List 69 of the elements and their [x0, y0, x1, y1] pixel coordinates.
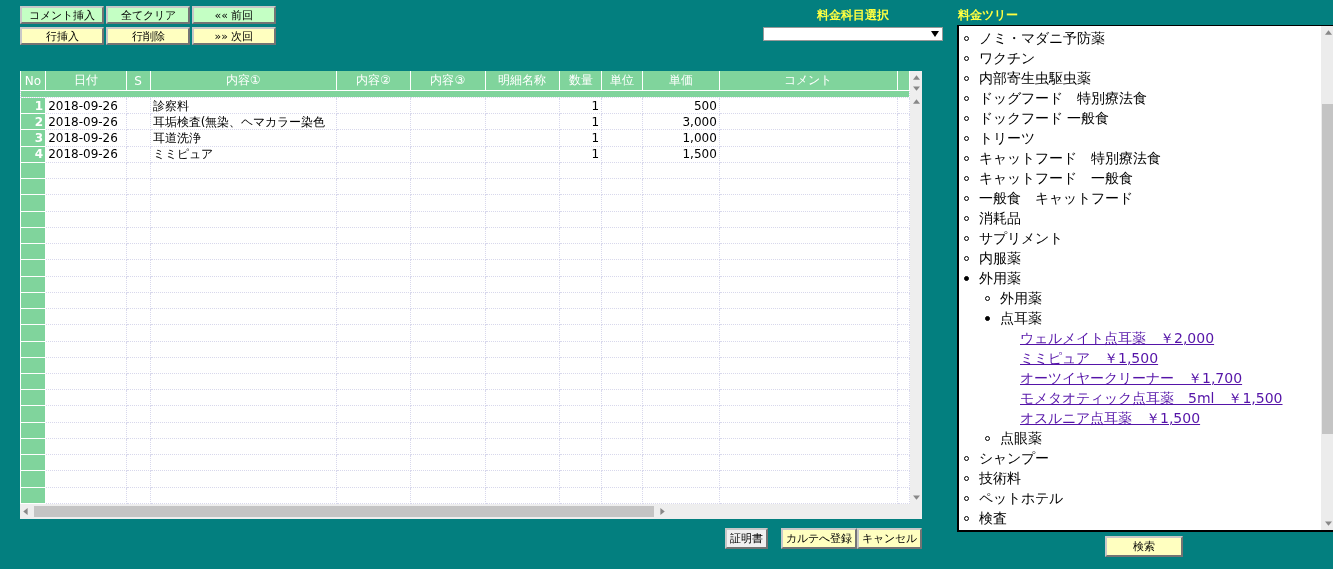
tree-item[interactable]: ペットホテル [979, 488, 1063, 508]
tree-item[interactable]: 内服薬 [979, 248, 1021, 268]
select-label: 料金科目選択 [817, 7, 889, 24]
table-cell: 2018-09-26 [48, 147, 118, 162]
tree-item[interactable]: 外用薬 [1000, 288, 1042, 308]
table-cell: 1 [591, 147, 600, 162]
toolbar-button[interactable]: »» 次回 [192, 27, 276, 45]
toolbar-button[interactable]: 行削除 [106, 27, 190, 45]
table-cell: 2018-09-26 [48, 98, 118, 113]
tree-item[interactable]: 点眼薬 [1000, 428, 1042, 448]
table-cell: 1 [591, 114, 600, 129]
table-cell: 1 [591, 131, 600, 146]
table-cell: 耳道洗浄 [152, 131, 201, 146]
table-cell: 2018-09-26 [48, 114, 118, 129]
scroll-right-icon[interactable] [660, 508, 666, 515]
table-cell: 500 [693, 98, 717, 113]
action-button[interactable]: キャンセル [857, 528, 922, 549]
table-cell: 1,500 [682, 147, 717, 162]
tree-item[interactable]: 一般食 キャットフード [979, 188, 1133, 208]
scroll-down-icon[interactable] [1324, 521, 1332, 527]
tree-item[interactable]: キャットフード 特別療法食 [979, 148, 1161, 168]
tree-item[interactable]: サプリメント [979, 228, 1063, 248]
vertical-scrollbar[interactable] [1321, 26, 1333, 530]
scroll-up-icon[interactable] [1324, 29, 1332, 35]
scroll-up-icon[interactable] [912, 74, 920, 80]
dropdown-arrow-icon[interactable] [931, 31, 939, 37]
price-link[interactable]: ミミピュア ￥1,500 [1020, 348, 1159, 368]
tree-item[interactable]: 点耳薬 [1000, 308, 1042, 328]
tree-item[interactable]: シャンプー [979, 448, 1049, 468]
tree-item[interactable]: ワクチン [979, 48, 1035, 68]
table-cell: 1,000 [682, 131, 717, 146]
tree-title: 料金ツリー [958, 7, 1018, 24]
table-cell: 診察料 [152, 98, 189, 113]
vertical-scrollbar[interactable] [910, 71, 922, 504]
tree-item[interactable]: 内部寄生虫駆虫薬 [979, 68, 1091, 88]
search-button[interactable]: 検索 [1105, 536, 1183, 557]
table-cell: 1 [591, 98, 600, 113]
price-link[interactable]: ウェルメイト点耳薬 ￥2,000 [1020, 328, 1215, 348]
table-cell: 1 [34, 98, 44, 113]
tree-item[interactable]: ドックフード 一般食 [979, 108, 1110, 128]
tree-item[interactable]: キャットフード 一般食 [979, 168, 1133, 188]
action-button[interactable]: 証明書 [725, 528, 768, 549]
table-cell: 3 [34, 131, 44, 146]
table-cell: 耳垢検査(無染、ヘマカラー染色 [152, 114, 326, 129]
action-button[interactable]: カルテへ登録 [781, 528, 857, 549]
table-cell: 2018-09-26 [48, 131, 118, 146]
table-cell: 3,000 [682, 114, 717, 129]
scroll-left-icon[interactable] [22, 508, 28, 515]
tree-item[interactable]: 消耗品 [979, 208, 1021, 228]
tree-item[interactable]: ノミ・マダニ予防薬 [979, 28, 1105, 48]
toolbar-button[interactable]: 全てクリア [106, 6, 190, 24]
price-link[interactable]: モメタオティック点耳薬 5ml ￥1,500 [1020, 388, 1283, 408]
scroll-down-icon[interactable] [912, 495, 920, 501]
price-link[interactable]: オスルニア点耳薬 ￥1,500 [1020, 408, 1201, 428]
table-cell: ミミピュア [152, 147, 213, 162]
scroll-down-icon[interactable] [912, 86, 920, 92]
tree-item[interactable]: 外用薬 [979, 268, 1021, 288]
toolbar-button[interactable]: 行挿入 [20, 27, 104, 45]
toolbar-button[interactable]: コメント挿入 [20, 6, 104, 24]
tree-item[interactable]: ドッグフード 特別療法食 [979, 88, 1147, 108]
horizontal-scrollbar[interactable] [20, 504, 922, 519]
price-link[interactable]: オーツイヤークリーナー ￥1,700 [1020, 368, 1243, 388]
table-cell: 4 [34, 147, 44, 162]
table-cell: 2 [34, 114, 44, 129]
tree-item[interactable]: 検査 [979, 508, 1007, 528]
tree-item[interactable]: トリーツ [979, 128, 1035, 148]
scroll-up-icon[interactable] [912, 98, 920, 104]
toolbar-button[interactable]: «« 前回 [192, 6, 276, 24]
tree-item[interactable]: 技術料 [979, 468, 1021, 488]
